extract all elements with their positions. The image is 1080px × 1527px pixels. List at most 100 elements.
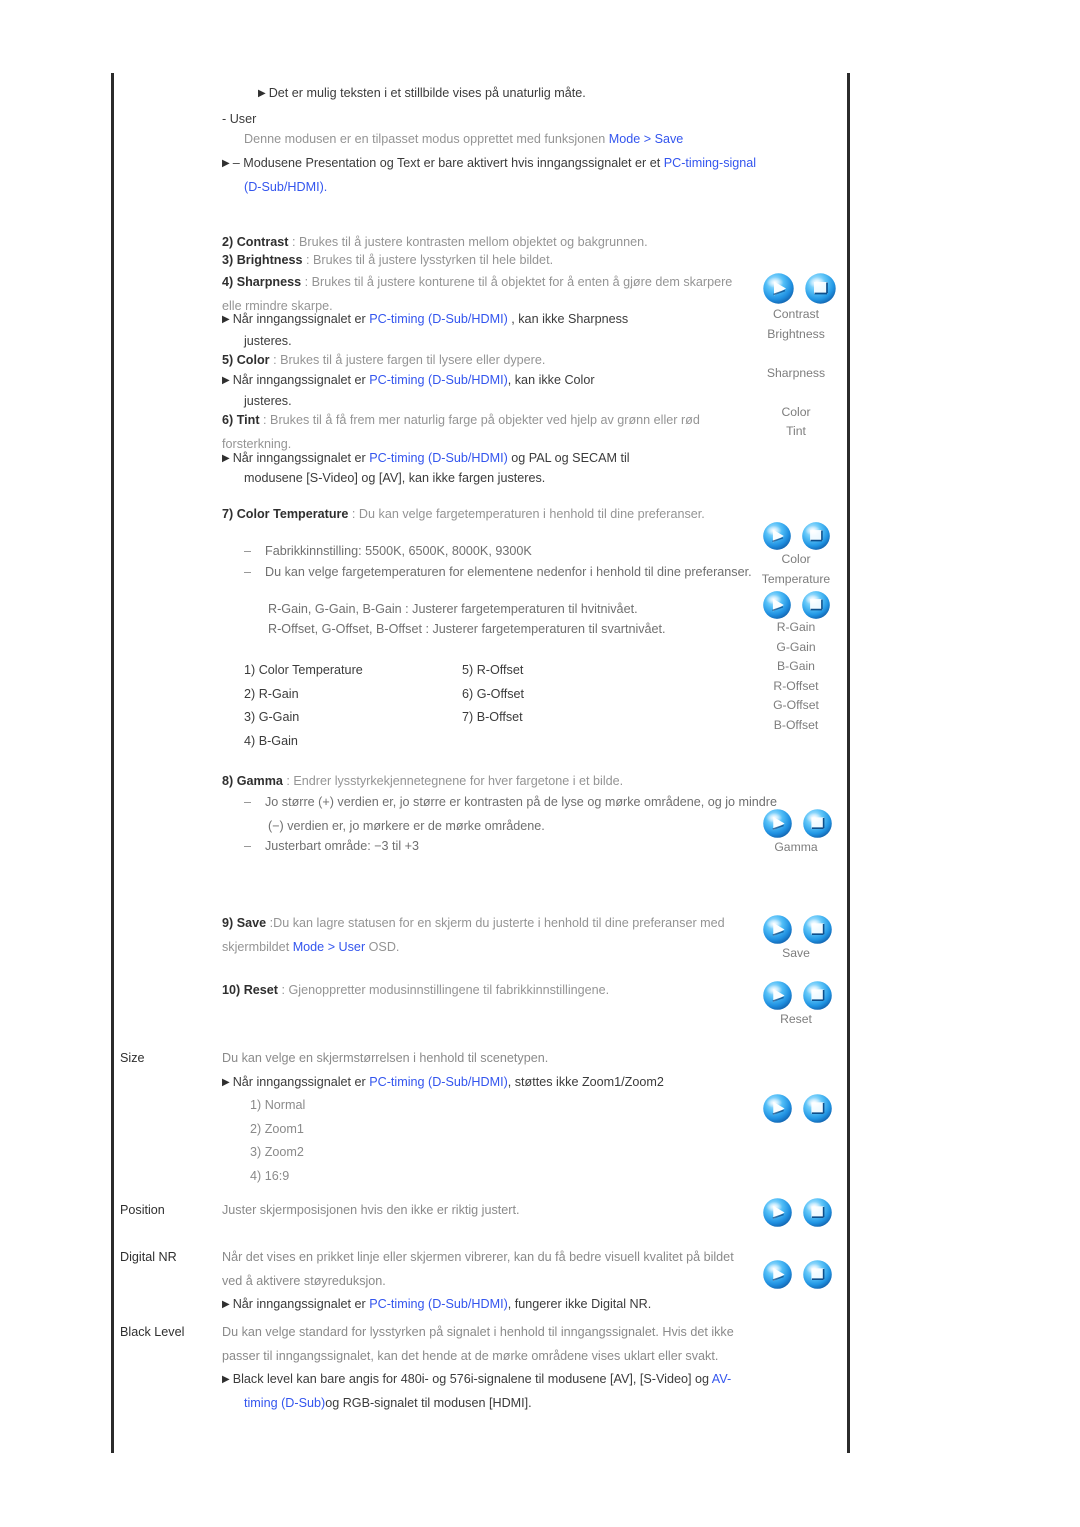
triangle-bullet-icon: ▶ [222, 314, 230, 325]
icon-label: Gamma [774, 840, 818, 854]
triangle-bullet-icon: ▶ [222, 1374, 230, 1385]
definition-desc: Du kan velge standard for lysstyrken på … [222, 1325, 734, 1363]
definition-body: Du kan velge standard for lysstyrken på … [222, 1321, 742, 1415]
note-stillbilde: ▶ Det er mulig teksten i et stillbilde vi… [258, 86, 586, 100]
triangle-bullet-icon: ▶ [222, 158, 230, 169]
ct-option-list: 1) Color Temperature 5) R-Offset 2) R-Gai… [222, 659, 764, 753]
icon-labels-color-temperature: Color Temperature [711, 550, 881, 589]
enter-return-icon[interactable] [801, 521, 831, 551]
play-button-icon[interactable] [762, 521, 792, 551]
document-content: ▶ Det er mulig teksten i et stillbilde vi… [0, 0, 1080, 1527]
icon-label: Color [781, 552, 811, 566]
link-pc-timing[interactable]: PC-timing (D-Sub/HDMI) [369, 312, 508, 326]
icon-label: R-Offset [773, 678, 819, 693]
triangle-bullet-icon: ▶ [222, 453, 230, 464]
icon-pair-color-temperature[interactable] [762, 521, 831, 551]
enter-return-icon[interactable] [802, 1093, 833, 1124]
link-mode-user[interactable]: Mode > User [293, 940, 365, 954]
definition-body: Når det vises en prikket linje eller skj… [222, 1246, 742, 1317]
item-save: 9) Save :Du kan lagre statusen for en sk… [222, 916, 725, 954]
icon-label: Contrast [772, 307, 820, 321]
play-button-icon[interactable] [762, 590, 792, 620]
icon-label: G-Gain [776, 639, 816, 654]
gamma-bullet-1: – Jo større (+) verdien er, jo større er… [244, 795, 778, 833]
icon-label: Save [782, 946, 810, 960]
icon-label: Sharpness [766, 365, 826, 380]
icon-pair-gamma[interactable] [762, 808, 833, 839]
link-pc-timing[interactable]: PC-timing (D-Sub/HDMI) [369, 373, 508, 387]
enter-return-icon[interactable] [802, 980, 833, 1011]
icon-pair-size[interactable] [762, 1093, 833, 1124]
icon-label: Brightness [767, 326, 825, 341]
link-pc-timing[interactable]: PC-timing (D-Sub/HDMI) [369, 451, 508, 465]
list-item: 1) Normal [250, 1098, 306, 1112]
note-modusene: ▶ – Modusene Presentation og Text er bare… [222, 156, 757, 194]
triangle-bullet-icon: ▶ [222, 375, 230, 386]
icon-label: B-Gain [777, 659, 815, 673]
item-brightness: 3) Brightness : Brukes til å justere lys… [222, 253, 554, 267]
enter-return-icon[interactable] [802, 1259, 833, 1290]
icon-pair-position[interactable] [762, 1197, 833, 1228]
item-gamma: 8) Gamma : Endrer lysstyrkekjennetegnene… [222, 774, 624, 788]
list-item: 2) R-Gain 6) G-Offset [244, 686, 525, 701]
icon-pair-reset[interactable] [762, 980, 833, 1011]
list-item: 3) G-Gain 7) B-Offset [244, 710, 523, 724]
definition-term: Position [120, 1203, 165, 1217]
link-pc-timing[interactable]: PC-timing (D-Sub/HDMI) [369, 1075, 508, 1089]
definition-desc: Juster skjermposisjonen hvis den ikke er… [222, 1203, 520, 1217]
ct-bullet-2: – Du kan velge fargetemperaturen for ele… [244, 565, 752, 579]
ct-bullet-1: – Fabrikkinnstilling: 5500K, 6500K, 8000… [244, 544, 532, 558]
link-mode-save[interactable]: Mode > Save [609, 132, 684, 146]
icon-pair-gains[interactable] [762, 590, 831, 620]
triangle-bullet-icon: ▶ [222, 1076, 230, 1088]
enter-return-icon[interactable] [802, 1197, 833, 1228]
triangle-bullet-icon: ▶ [258, 88, 266, 99]
icon-labels-save: Save [711, 944, 881, 964]
play-button-icon[interactable] [762, 1197, 793, 1228]
icon-labels-gamma: Gamma [711, 838, 881, 858]
definition-body: Du kan velge en skjermstørrelsen i henho… [222, 1047, 742, 1188]
icon-label: Tint [786, 424, 806, 438]
triangle-bullet-icon: ▶ [222, 1299, 230, 1310]
definition-note: ▶ Black level kan bare angis for 480i- og… [222, 1372, 732, 1410]
note-sharpness: ▶ Når inngangssignalet er PC-timing (D-Su… [222, 312, 629, 326]
icon-pair-save[interactable] [762, 914, 833, 945]
play-button-icon[interactable] [762, 980, 793, 1011]
icon-label-spacer [711, 383, 881, 403]
play-button-icon[interactable] [762, 808, 793, 839]
definition-desc: Når det vises en prikket linje eller skj… [222, 1250, 734, 1288]
play-button-icon[interactable] [762, 914, 793, 945]
play-button-icon[interactable] [762, 1093, 793, 1124]
enter-return-icon[interactable] [802, 914, 833, 945]
enter-return-icon[interactable] [804, 272, 837, 305]
enter-return-icon[interactable] [801, 590, 831, 620]
icon-label: G-Offset [773, 698, 819, 712]
definition-note: ▶ Når inngangssignalet er PC-timing (D-Su… [222, 1297, 652, 1311]
ct-bullet-4: R-Offset, G-Offset, B-Offset : Justerer … [268, 622, 666, 636]
gamma-bullet-2: – Justerbart område: −3 til +3 [244, 839, 420, 853]
definition-term: Digital NR [120, 1250, 177, 1264]
icon-label: B-Offset [773, 717, 819, 732]
item-color-temperature: 7) Color Temperature : Du kan velge farg… [222, 507, 705, 521]
icon-labels-contrast: Contrast Brightness Sharpness Color Tint [711, 305, 881, 442]
list-item: 2) Zoom1 [250, 1121, 304, 1136]
list-item: 4) 16:9 [250, 1168, 290, 1183]
icon-label: Reset [780, 1012, 812, 1026]
icon-pair-digital-nr[interactable] [762, 1259, 833, 1290]
icon-label: Color [781, 404, 811, 419]
item-reset: 10) Reset : Gjenoppretter modusinnstilli… [222, 983, 610, 997]
icon-labels-reset: Reset [711, 1010, 881, 1030]
definition-desc: Du kan velge en skjermstørrelsen i henho… [222, 1051, 549, 1065]
icon-labels-gains: R-Gain G-Gain B-Gain R-Offset G-Offset B… [711, 618, 881, 735]
play-button-icon[interactable] [762, 272, 795, 305]
list-item: 1) Color Temperature 5) R-Offset [244, 663, 524, 677]
definition-note: ▶ Når inngangssignalet er PC-timing (D-Su… [222, 1074, 664, 1089]
enter-return-icon[interactable] [802, 808, 833, 839]
icon-label-spacer [711, 344, 881, 364]
play-button-icon[interactable] [762, 1259, 793, 1290]
definition-term: Size [120, 1051, 145, 1065]
link-pc-timing[interactable]: PC-timing (D-Sub/HDMI) [369, 1297, 508, 1311]
definition-body: Juster skjermposisjonen hvis den ikke er… [222, 1199, 742, 1223]
icon-label: R-Gain [776, 620, 816, 634]
icon-pair-contrast[interactable] [762, 272, 837, 305]
